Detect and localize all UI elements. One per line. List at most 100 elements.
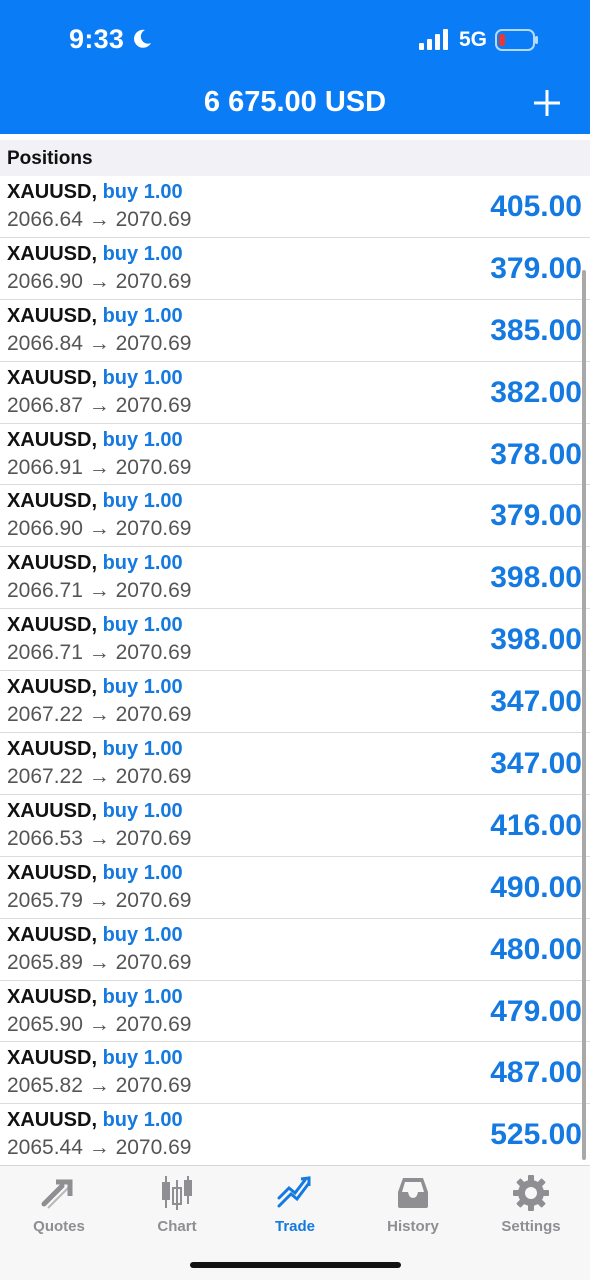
position-row[interactable]: XAUUSD, buy 1.00 2066.64 → 2070.69 405.00 (0, 176, 590, 238)
battery-icon (495, 29, 538, 51)
tab-history[interactable]: History (363, 1174, 463, 1238)
positions-section-header: Positions (0, 140, 590, 176)
position-title: XAUUSD, buy 1.00 (7, 862, 183, 885)
status-time: 9:33 (69, 24, 125, 54)
tab-settings[interactable]: Settings (481, 1174, 581, 1238)
position-profit: 480.00 (490, 932, 582, 966)
position-profit: 347.00 (490, 747, 582, 781)
scrollbar[interactable] (582, 270, 586, 1160)
position-profit: 385.00 (490, 313, 582, 347)
position-title: XAUUSD, buy 1.00 (7, 490, 183, 513)
position-prices: 2065.89 → 2070.69 (7, 950, 192, 974)
position-side: buy 1.00 (102, 242, 183, 265)
position-prices: 2066.87 → 2070.69 (7, 393, 192, 417)
position-prices: 2065.82 → 2070.69 (7, 1074, 192, 1098)
network-type: 5G (459, 28, 488, 51)
position-row[interactable]: XAUUSD, buy 1.00 2066.87 → 2070.69 382.00 (0, 361, 590, 424)
position-row[interactable]: XAUUSD, buy 1.00 2066.84 → 2070.69 385.00 (0, 299, 590, 362)
position-title: XAUUSD, buy 1.00 (7, 924, 183, 947)
tab-chart[interactable]: Chart (127, 1174, 227, 1238)
position-symbol: XAUUSD, (7, 799, 98, 822)
trade-icon (277, 1176, 311, 1208)
position-side: buy 1.00 (102, 799, 183, 822)
position-symbol: XAUUSD, (7, 304, 98, 327)
position-title: XAUUSD, buy 1.00 (7, 986, 183, 1009)
position-row[interactable]: XAUUSD, buy 1.00 2065.79 → 2070.69 490.00 (0, 856, 590, 919)
position-profit: 378.00 (490, 437, 582, 471)
position-side: buy 1.00 (102, 1109, 183, 1132)
position-side: buy 1.00 (102, 676, 183, 699)
position-prices: 2066.71 → 2070.69 (7, 641, 192, 665)
home-indicator[interactable] (190, 1262, 401, 1268)
position-row[interactable]: XAUUSD, buy 1.00 2065.90 → 2070.69 479.00 (0, 980, 590, 1043)
history-icon (398, 1178, 428, 1208)
position-prices: 2066.90 → 2070.69 (7, 517, 192, 541)
position-row[interactable]: XAUUSD, buy 1.00 2065.89 → 2070.69 480.00 (0, 918, 590, 981)
position-title: XAUUSD, buy 1.00 (7, 305, 183, 328)
position-row[interactable]: XAUUSD, buy 1.00 2066.53 → 2070.69 416.00 (0, 794, 590, 857)
position-profit: 405.00 (490, 190, 582, 223)
position-row[interactable]: XAUUSD, buy 1.00 2066.71 → 2070.69 398.00 (0, 609, 590, 672)
position-title: XAUUSD, buy 1.00 (7, 1109, 183, 1132)
position-symbol: XAUUSD, (7, 242, 98, 265)
position-row[interactable]: XAUUSD, buy 1.00 2066.91 → 2070.69 378.00 (0, 423, 590, 486)
position-row[interactable]: XAUUSD, buy 1.00 2067.22 → 2070.69 347.00 (0, 671, 590, 734)
position-symbol: XAUUSD, (7, 490, 98, 513)
section-title: Positions (7, 148, 93, 169)
position-title: XAUUSD, buy 1.00 (7, 614, 183, 637)
position-symbol: XAUUSD, (7, 1109, 98, 1132)
position-profit: 379.00 (490, 499, 582, 533)
position-symbol: XAUUSD, (7, 923, 98, 946)
tab-trade[interactable]: Trade (245, 1174, 345, 1238)
position-profit: 398.00 (490, 561, 582, 595)
chart-icon (162, 1176, 192, 1210)
position-symbol: XAUUSD, (7, 552, 98, 575)
position-prices: 2067.22 → 2070.69 (7, 703, 192, 727)
position-profit: 379.00 (490, 251, 582, 285)
position-side: buy 1.00 (102, 923, 183, 946)
position-title: XAUUSD, buy 1.00 (7, 738, 183, 761)
quotes-icon (41, 1179, 73, 1209)
position-row[interactable]: XAUUSD, buy 1.00 2066.71 → 2070.69 398.00 (0, 547, 590, 610)
position-symbol: XAUUSD, (7, 738, 98, 761)
position-side: buy 1.00 (102, 985, 183, 1008)
position-prices: 2066.64 → 2070.69 (7, 208, 192, 231)
position-symbol: XAUUSD, (7, 1047, 98, 1070)
moon-icon (134, 29, 151, 48)
position-side: buy 1.00 (102, 304, 183, 327)
gear-icon (513, 1175, 549, 1211)
position-side: buy 1.00 (102, 738, 183, 761)
position-side: buy 1.00 (102, 552, 183, 575)
position-prices: 2065.44 → 2070.69 (7, 1136, 192, 1160)
position-side: buy 1.00 (102, 490, 183, 513)
positions-list[interactable]: XAUUSD, buy 1.00 2066.64 → 2070.69 405.00 X… (0, 176, 590, 1165)
position-row[interactable]: XAUUSD, buy 1.00 2066.90 → 2070.69 379.00 (0, 485, 590, 548)
position-profit: 382.00 (490, 375, 582, 409)
tab-quotes[interactable]: Quotes (9, 1174, 109, 1238)
add-position-button[interactable] (532, 88, 562, 118)
position-prices: 2066.90 → 2070.69 (7, 269, 192, 293)
position-profit: 479.00 (490, 994, 582, 1028)
position-profit: 525.00 (490, 1118, 582, 1152)
position-prices: 2066.71 → 2070.69 (7, 579, 192, 603)
position-row[interactable]: XAUUSD, buy 1.00 2065.44 → 2070.69 525.00 (0, 1104, 590, 1165)
position-prices: 2066.84 → 2070.69 (7, 331, 192, 355)
position-row[interactable]: XAUUSD, buy 1.00 2067.22 → 2070.69 347.00 (0, 733, 590, 795)
tab-label: Chart (157, 1218, 197, 1235)
position-row[interactable]: XAUUSD, buy 1.00 2065.82 → 2070.69 487.00 (0, 1042, 590, 1105)
tab-label: Quotes (33, 1218, 85, 1235)
cellular-signal-icon (419, 29, 448, 50)
position-symbol: XAUUSD, (7, 861, 98, 884)
position-prices: 2066.91 → 2070.69 (7, 455, 192, 479)
position-profit: 490.00 (490, 870, 582, 904)
position-symbol: XAUUSD, (7, 676, 98, 699)
position-symbol: XAUUSD, (7, 428, 98, 451)
position-row[interactable]: XAUUSD, buy 1.00 2066.90 → 2070.69 379.00 (0, 237, 590, 300)
position-title: XAUUSD, buy 1.00 (7, 552, 183, 575)
position-title: XAUUSD, buy 1.00 (7, 676, 183, 699)
position-title: XAUUSD, buy 1.00 (7, 243, 183, 266)
position-title: XAUUSD, buy 1.00 (7, 429, 183, 452)
position-prices: 2066.53 → 2070.69 (7, 826, 192, 850)
tab-label: Settings (501, 1218, 561, 1235)
position-title: XAUUSD, buy 1.00 (7, 800, 183, 823)
